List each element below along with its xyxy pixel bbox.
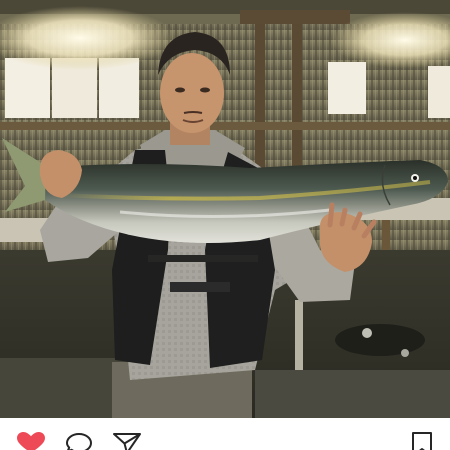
heart-icon xyxy=(17,432,45,450)
comment-button[interactable] xyxy=(65,432,95,450)
paper-plane-icon xyxy=(113,433,141,450)
post-action-bar xyxy=(0,418,450,450)
concrete-step xyxy=(255,370,450,418)
post-photo[interactable] xyxy=(0,0,450,418)
comment-icon xyxy=(66,433,92,450)
wall-poster xyxy=(428,66,450,118)
share-button[interactable] xyxy=(112,432,142,450)
save-button[interactable] xyxy=(409,432,439,450)
fishing-photo xyxy=(0,0,450,418)
wooden-rail xyxy=(0,122,450,130)
wall-poster xyxy=(328,62,366,114)
bookmark-icon xyxy=(412,432,432,450)
instagram-post xyxy=(0,0,450,450)
like-button[interactable] xyxy=(16,432,46,450)
